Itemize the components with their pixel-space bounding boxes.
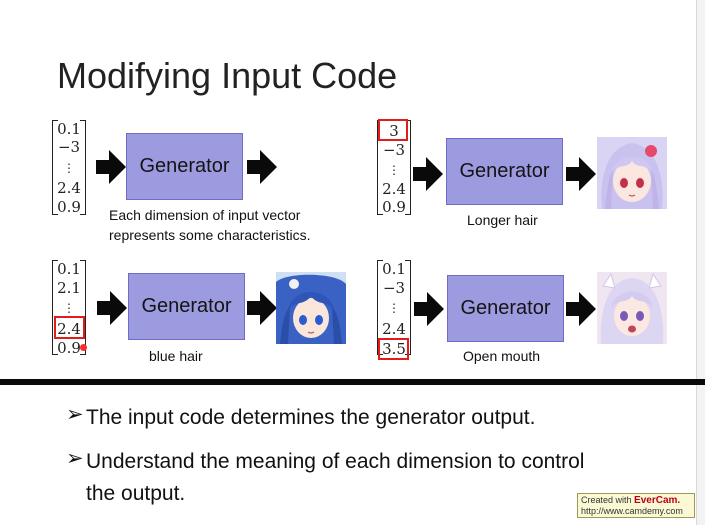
generated-face-image	[276, 272, 346, 344]
laser-pointer	[80, 344, 87, 351]
input-vector: 0.1 −3 ⋮ 2.4 0.9	[52, 120, 86, 216]
window-right-edge	[696, 0, 705, 525]
vector-entry: −3	[382, 279, 406, 297]
vector-entry: 2.4	[382, 180, 406, 198]
bullet-item: ➢ Understand the meaning of each dimensi…	[66, 446, 606, 510]
generator-box: Generator	[447, 275, 564, 342]
arrow-right-icon	[414, 292, 444, 326]
generator-box: Generator	[446, 138, 563, 205]
caption: Open mouth	[463, 348, 541, 364]
vector-entry: 0.1	[57, 120, 81, 138]
bullet-text: The input code determines the generator …	[86, 406, 536, 429]
vector-entry: 0.1	[382, 260, 406, 278]
vector-ellipsis: ⋮	[63, 161, 75, 175]
slide-title: Modifying Input Code	[57, 55, 398, 96]
highlight-box	[54, 316, 85, 339]
vector-ellipsis: ⋮	[388, 301, 400, 315]
vector-entry: 2.1	[57, 279, 81, 297]
generated-face-image	[597, 272, 667, 344]
vector-entry: −3	[57, 138, 81, 156]
vector-entry: 0.9	[57, 198, 81, 216]
bullet-item: ➢ The input code determines the generato…	[66, 402, 646, 434]
generator-box: Generator	[126, 133, 243, 200]
arrow-right-icon	[413, 157, 443, 191]
caption-line-1: Each dimension of input vector	[109, 207, 301, 223]
credit-prefix: Created with	[581, 495, 632, 505]
generator-box: Generator	[128, 273, 245, 340]
vector-ellipsis: ⋮	[63, 301, 75, 315]
arrow-right-icon	[566, 157, 596, 191]
credit-url[interactable]: http://www.camdemy.com	[581, 506, 691, 517]
vector-entry: 2.4	[57, 179, 81, 197]
arrow-right-icon	[566, 292, 596, 326]
arrow-bullet-icon: ➢	[66, 447, 84, 470]
input-vector: 0.1 2.1 ⋮ 2.4 0.9	[52, 260, 86, 357]
arrow-bullet-icon: ➢	[66, 403, 84, 426]
vector-entry: 0.1	[57, 260, 81, 278]
credit-brand: EverCam.	[634, 495, 681, 506]
arrow-right-icon	[96, 150, 126, 184]
bullet-text: Understand the meaning of each dimension…	[86, 450, 585, 505]
vector-entry: 2.4	[382, 320, 406, 338]
arrow-right-icon	[247, 150, 277, 184]
evercam-credit-badge[interactable]: Created with EverCam. http://www.camdemy…	[577, 493, 695, 518]
caption: blue hair	[149, 348, 203, 364]
vector-entry: 0.9	[382, 198, 406, 216]
vector-ellipsis: ⋮	[388, 163, 400, 177]
caption-line-2: represents some characteristics.	[109, 227, 311, 243]
highlight-box	[378, 119, 408, 141]
slide: Modifying Input Code 0.1 −3 ⋮ 2.4 0.9 Ge…	[0, 0, 705, 525]
arrow-right-icon	[247, 291, 277, 325]
highlight-box	[378, 338, 409, 360]
arrow-right-icon	[97, 291, 127, 325]
vector-entry: −3	[382, 141, 406, 159]
generated-face-image	[597, 137, 667, 209]
caption: Longer hair	[467, 212, 538, 228]
divider	[0, 379, 705, 385]
